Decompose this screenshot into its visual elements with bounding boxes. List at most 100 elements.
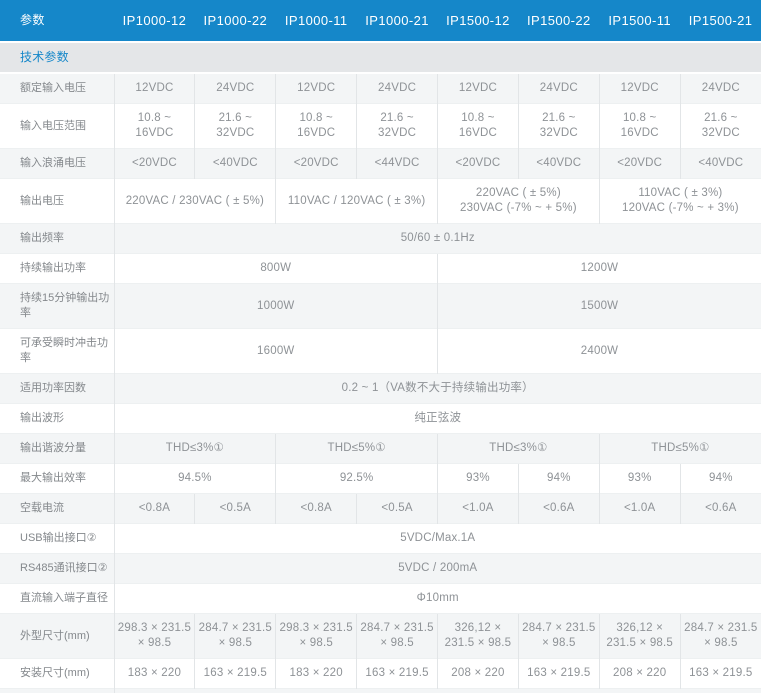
spec-value: 24VDC [518,73,599,104]
spec-label: 最大输出效率 [0,464,114,494]
spec-value: <20VDC [438,149,519,179]
spec-value: 12VDC [276,73,357,104]
spec-value: 10.8 ~ 16VDC [114,104,195,149]
spec-value: <40VDC [518,149,599,179]
spec-value: <0.5A [357,494,438,524]
spec-label: 安装尺寸(mm) [0,659,114,689]
spec-row: 额定输入电压12VDC24VDC12VDC24VDC12VDC24VDC12VD… [0,73,761,104]
spec-value: 5VDC/Max.1A [114,524,761,554]
spec-value: <40VDC [195,149,276,179]
spec-value: 2400W [438,329,761,374]
model-header-row: 参数 IP1000-12IP1000-22IP1000-11IP1000-21I… [0,0,761,42]
spec-value: 94% [518,464,599,494]
spec-value: <0.5A [195,494,276,524]
spec-value: 1200W [438,254,761,284]
section-row: 技术参数 [0,42,761,73]
spec-value: 21.6 ~ 32VDC [518,104,599,149]
spec-value: 24VDC [195,73,276,104]
spec-row: 持续输出功率800W1200W [0,254,761,284]
spec-row: 直流输入端子直径Φ10mm [0,584,761,614]
spec-value: THD≤5%① [599,434,761,464]
spec-row: 输出频率50/60 ± 0.1Hz [0,224,761,254]
spec-value: <1.0A [438,494,519,524]
model-column-header: IP1000-12 [114,0,195,42]
spec-value: 1000W [114,284,438,329]
spec-value: 12VDC [599,73,680,104]
spec-row: 输出波形纯正弦波 [0,404,761,434]
spec-value: 163 × 219.5 [518,659,599,689]
spec-value: 284.7 × 231.5 × 98.5 [195,614,276,659]
spec-value: 5VDC / 200mA [114,554,761,584]
spec-row: 空载电流<0.8A<0.5A<0.8A<0.5A<1.0A<0.6A<1.0A<… [0,494,761,524]
spec-row: 持续15分钟输出功率1000W1500W [0,284,761,329]
spec-value: <0.6A [518,494,599,524]
section-title: 技术参数 [0,42,761,73]
spec-value: 94.5% [114,464,276,494]
spec-value: <20VDC [114,149,195,179]
spec-value: 50/60 ± 0.1Hz [114,224,761,254]
spec-label: 输入电压范围 [0,104,114,149]
spec-row: 可承受瞬时冲击功率1600W2400W [0,329,761,374]
param-column-header: 参数 [0,0,114,42]
spec-value: 12VDC [438,73,519,104]
spec-label: 输出电压 [0,179,114,224]
spec-value: 10.8 ~ 16VDC [599,104,680,149]
spec-value: 183 × 220 [114,659,195,689]
spec-value: 21.6 ~ 32VDC [680,104,761,149]
model-column-header: IP1000-21 [357,0,438,42]
spec-value: 12VDC [114,73,195,104]
spec-value: <40VDC [680,149,761,179]
spec-label: USB输出接口② [0,524,114,554]
spec-label: 可承受瞬时冲击功率 [0,329,114,374]
spec-value: 208 × 220 [438,659,519,689]
spec-value: <0.6A [680,494,761,524]
spec-label: 空载电流 [0,494,114,524]
spec-value: Φ10mm [114,584,761,614]
spec-row: 安装孔直径Φ5.5mm [0,689,761,693]
spec-value: <0.8A [276,494,357,524]
spec-value: <0.8A [114,494,195,524]
spec-value: 110VAC / 120VAC ( ± 3%) [276,179,438,224]
spec-row: 输出谐波分量THD≤3%①THD≤5%①THD≤3%①THD≤5%① [0,434,761,464]
spec-value: 92.5% [276,464,438,494]
spec-value: 21.6 ~ 32VDC [195,104,276,149]
spec-value: 163 × 219.5 [195,659,276,689]
spec-label: 持续输出功率 [0,254,114,284]
spec-value: 284.7 × 231.5 × 98.5 [518,614,599,659]
spec-value: 93% [599,464,680,494]
spec-value: <20VDC [276,149,357,179]
spec-sheet-page: 参数 IP1000-12IP1000-22IP1000-11IP1000-21I… [0,0,761,693]
spec-label: 外型尺寸(mm) [0,614,114,659]
spec-label: 输出频率 [0,224,114,254]
spec-value: 10.8 ~ 16VDC [276,104,357,149]
spec-value: 163 × 219.5 [357,659,438,689]
model-column-header: IP1500-11 [599,0,680,42]
spec-label: 输出谐波分量 [0,434,114,464]
spec-row: 安装尺寸(mm)183 × 220163 × 219.5183 × 220163… [0,659,761,689]
spec-value: 1600W [114,329,438,374]
spec-value: 298.3 × 231.5 × 98.5 [114,614,195,659]
model-column-header: IP1000-11 [276,0,357,42]
spec-value: <44VDC [357,149,438,179]
spec-value: 纯正弦波 [114,404,761,434]
spec-row: 输出电压220VAC / 230VAC ( ± 5%)110VAC / 120V… [0,179,761,224]
spec-value: 0.2 ~ 1（VA数不大于持续输出功率） [114,374,761,404]
spec-value: 21.6 ~ 32VDC [357,104,438,149]
spec-label: 直流输入端子直径 [0,584,114,614]
spec-row: 最大输出效率94.5%92.5%93%94%93%94% [0,464,761,494]
spec-label: 安装孔直径 [0,689,114,693]
spec-label: 持续15分钟输出功率 [0,284,114,329]
spec-row: 输入浪涌电压<20VDC<40VDC<20VDC<44VDC<20VDC<40V… [0,149,761,179]
spec-value: 220VAC / 230VAC ( ± 5%) [114,179,276,224]
spec-label: 适用功率因数 [0,374,114,404]
spec-value: 163 × 219.5 [680,659,761,689]
spec-value: 800W [114,254,438,284]
spec-value: 220VAC ( ± 5%) 230VAC (-7% ~ + 5%) [438,179,600,224]
spec-value: 326,12 × 231.5 × 98.5 [599,614,680,659]
spec-value: 284.7 × 231.5 × 98.5 [357,614,438,659]
spec-value: Φ5.5mm [114,689,761,693]
spec-value: <1.0A [599,494,680,524]
spec-label: RS485通讯接口② [0,554,114,584]
spec-value: 284.7 × 231.5 × 98.5 [680,614,761,659]
spec-label: 输出波形 [0,404,114,434]
